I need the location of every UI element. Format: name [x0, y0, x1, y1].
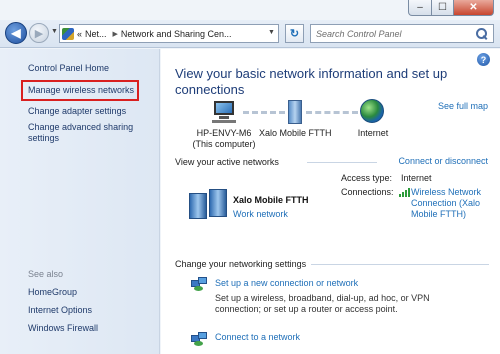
page-title: View your basic network information and … — [175, 66, 448, 97]
setup-new-connection-description: Set up a wireless, broadband, dial-up, a… — [215, 293, 430, 314]
change-adapter-settings-link[interactable]: Change adapter settings — [28, 106, 126, 117]
control-panel-home-link[interactable]: Control Panel Home — [28, 63, 109, 74]
see-full-map-link[interactable]: See full map — [438, 101, 488, 111]
control-panel-icon — [62, 27, 74, 40]
recent-pages-chevron-down-icon[interactable]: ▼ — [51, 28, 58, 35]
refresh-button[interactable]: ↻ — [285, 24, 304, 43]
connections-label: Connections: — [341, 187, 394, 197]
minimize-button[interactable]: – — [408, 0, 432, 16]
access-type-value: Internet — [401, 173, 432, 183]
new-connection-icon[interactable] — [191, 277, 207, 291]
address-bar[interactable]: « Net... ▶ Network and Sharing Cen... — [59, 24, 279, 43]
network-icon[interactable] — [288, 100, 302, 124]
forward-button[interactable]: ▶ — [29, 23, 49, 43]
computer-subtitle: (This computer) — [192, 139, 256, 149]
breadcrumb-network-sharing-center[interactable]: Network and Sharing Cen... — [121, 29, 232, 39]
computer-name: HP-ENVY-M6 — [196, 128, 252, 138]
search-input[interactable]: Search Control Panel — [310, 24, 494, 43]
help-icon[interactable]: ? — [477, 53, 490, 66]
connect-to-network-link[interactable]: Connect to a network — [215, 332, 300, 342]
setup-new-connection-link[interactable]: Set up a new connection or network — [215, 278, 358, 288]
connect-or-disconnect-link[interactable]: Connect or disconnect — [398, 156, 488, 166]
manage-wireless-networks-link[interactable]: Manage wireless networks — [28, 85, 134, 96]
search-placeholder: Search Control Panel — [316, 28, 402, 39]
change-advanced-sharing-link[interactable]: Change advanced sharing settings — [28, 122, 143, 144]
map-node-network-label: Xalo Mobile FTTH — [259, 128, 332, 138]
main-content: ? View your basic network information an… — [161, 49, 500, 354]
networking-settings-heading: Change your networking settings — [175, 259, 307, 269]
control-panel-window: – ☐ ✕ ◀ ▶ ▼ « Net... ▶ Network and Shari… — [0, 0, 500, 354]
network-type-link[interactable]: Work network — [233, 209, 288, 219]
breadcrumb-network[interactable]: Net... — [85, 29, 107, 39]
connection-line — [306, 111, 358, 114]
window-controls: – ☐ ✕ — [408, 0, 494, 16]
network-location-icon[interactable] — [189, 189, 227, 219]
wireless-connection-link[interactable]: Wireless Network Connection (Xalo Mobile… — [411, 187, 481, 220]
windows-firewall-link[interactable]: Windows Firewall — [28, 323, 98, 334]
internet-options-link[interactable]: Internet Options — [28, 305, 92, 316]
map-node-internet-label: Internet — [357, 128, 389, 138]
access-type-label: Access type: — [341, 173, 393, 183]
wireless-signal-icon — [399, 188, 410, 197]
close-button[interactable]: ✕ — [454, 0, 494, 16]
breadcrumb-overflow[interactable]: « — [77, 29, 82, 39]
search-icon[interactable] — [475, 27, 489, 41]
address-toolbar: ◀ ▶ ▼ « Net... ▶ Network and Sharing Cen… — [0, 20, 500, 48]
divider — [311, 264, 489, 265]
map-node-computer-label: HP-ENVY-M6 (This computer) — [189, 128, 259, 150]
maximize-button[interactable]: ☐ — [432, 0, 454, 16]
tasks-sidebar: Control Panel Home Manage wireless netwo… — [0, 49, 160, 354]
connection-line — [243, 111, 285, 114]
active-networks-heading: View your active networks — [175, 157, 279, 167]
active-network-name: Xalo Mobile FTTH — [233, 195, 309, 205]
computer-icon[interactable] — [209, 101, 239, 123]
divider — [307, 162, 377, 163]
address-dropdown-chevron-down-icon[interactable]: ▼ — [268, 29, 275, 36]
connect-network-icon[interactable] — [191, 332, 207, 346]
chevron-right-icon[interactable]: ▶ — [113, 30, 118, 38]
globe-icon[interactable] — [360, 99, 384, 123]
homegroup-link[interactable]: HomeGroup — [28, 287, 77, 298]
see-also-heading: See also — [28, 269, 64, 279]
back-button[interactable]: ◀ — [5, 22, 27, 44]
